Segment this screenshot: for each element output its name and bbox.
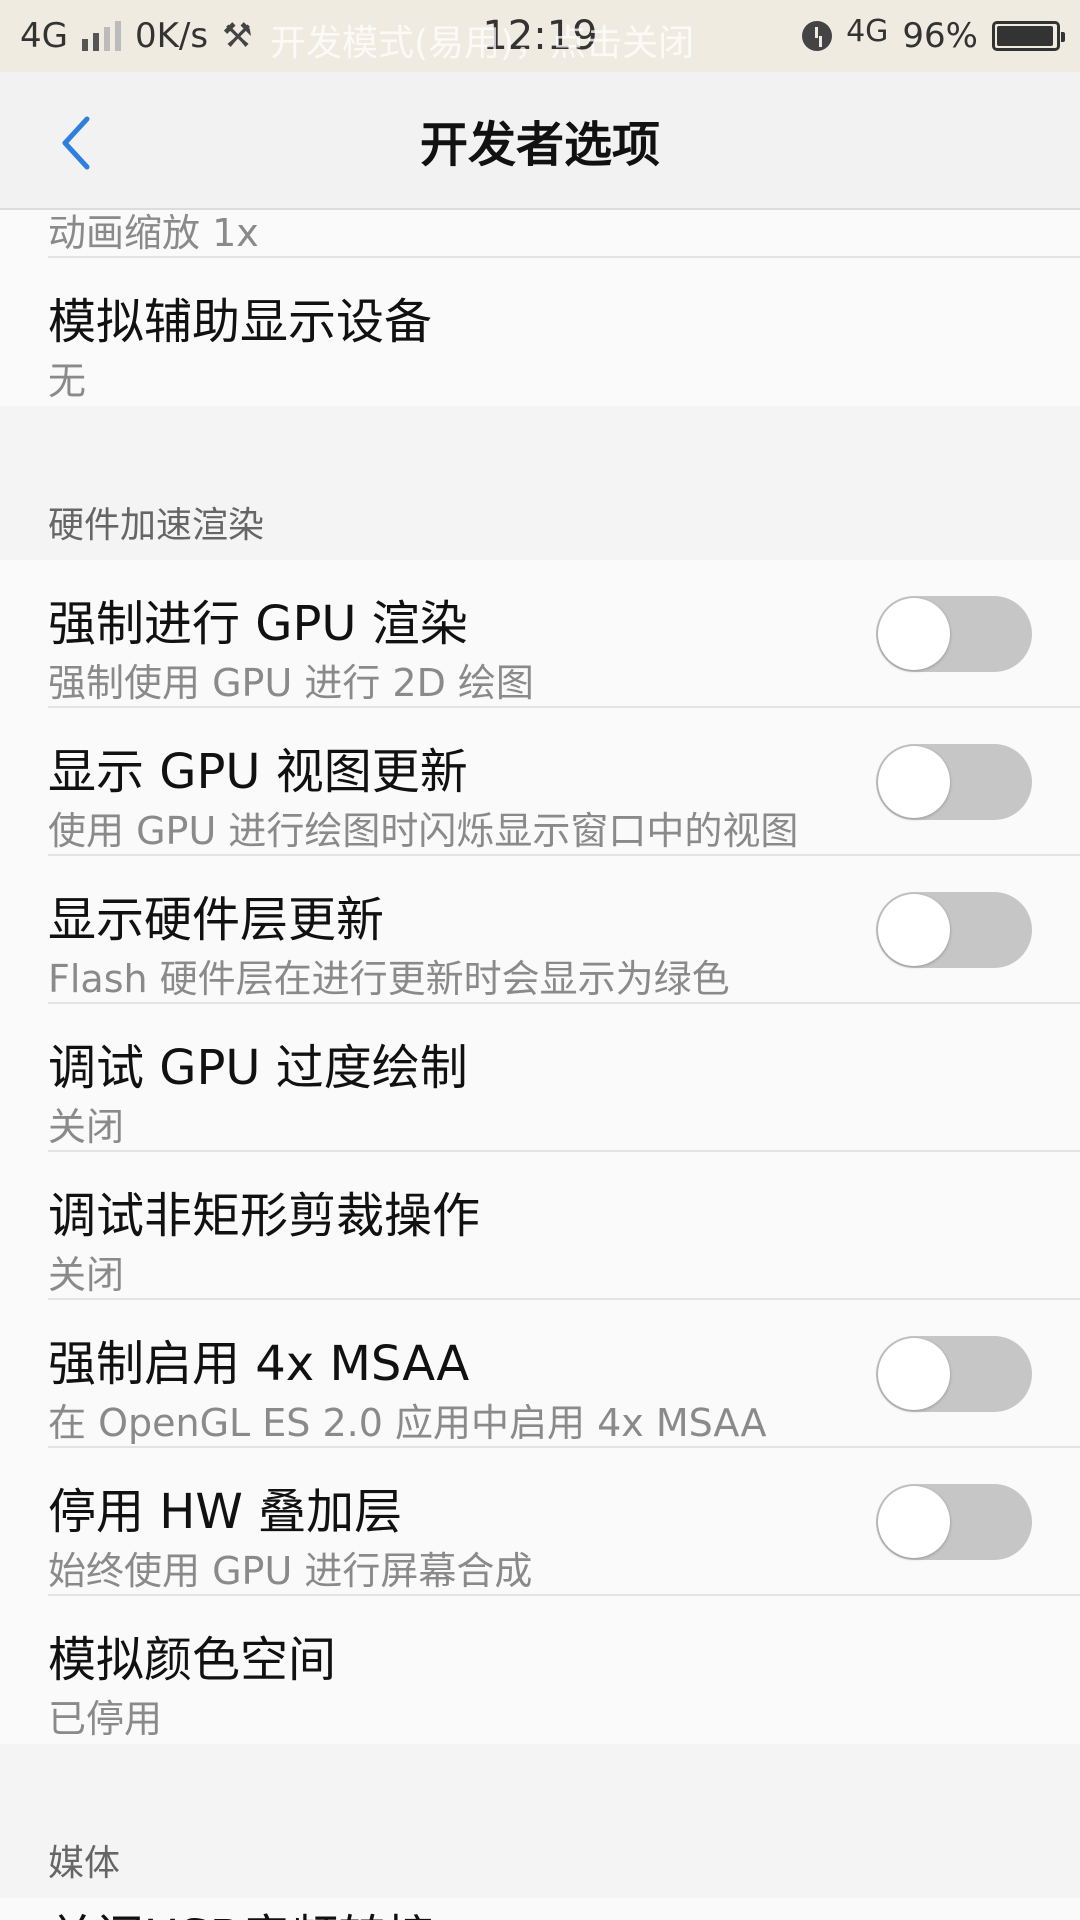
setting-subtitle: 在 OpenGL ES 2.0 应用中启用 4x MSAA xyxy=(48,1401,767,1445)
setting-title: 调试非矩形剪裁操作 xyxy=(48,1188,481,1244)
setting-title: 关闭USB音频转接 xyxy=(48,1898,435,1920)
toggle-knob xyxy=(878,598,950,670)
setting-title: 强制启用 4x MSAA xyxy=(48,1336,470,1392)
setting-subtitle: 关闭 xyxy=(48,1253,125,1297)
toggle-knob xyxy=(878,894,950,966)
setting-disable-usb-audio-routing[interactable]: 关闭USB音频转接 xyxy=(0,1898,1080,1920)
setting-subtitle: 关闭 xyxy=(48,1105,125,1149)
setting-simulate-secondary-display[interactable]: 模拟辅助显示设备 无 xyxy=(0,258,1080,406)
battery-percent: 96% xyxy=(902,16,978,56)
setting-title: 显示硬件层更新 xyxy=(48,892,385,948)
toggle-knob xyxy=(878,1338,950,1410)
list-item-subtitle: 动画缩放 1x xyxy=(48,211,259,255)
setting-title: 模拟颜色空间 xyxy=(48,1632,337,1688)
page-title: 开发者选项 xyxy=(419,117,660,173)
setting-debug-non-rect-clip[interactable]: 调试非矩形剪裁操作 关闭 xyxy=(0,1152,1080,1300)
developer-mode-notice[interactable]: 开发模式(易用)，点击关闭 xyxy=(270,14,694,66)
setting-simulate-color-space[interactable]: 模拟颜色空间 已停用 xyxy=(0,1596,1080,1744)
network-type-left: 4G xyxy=(20,16,68,56)
toggle-knob xyxy=(878,1486,950,1558)
setting-subtitle: 已停用 xyxy=(48,1697,163,1741)
status-left: 4G 0K/s ⚒ xyxy=(20,16,253,56)
setting-show-hardware-layer-updates[interactable]: 显示硬件层更新 Flash 硬件层在进行更新时会显示为绿色 xyxy=(0,856,1080,1004)
settings-list[interactable]: 动画缩放 1x 模拟辅助显示设备 无 硬件加速渲染 强制进行 GPU 渲染 强制… xyxy=(0,210,1080,1920)
toggle-switch[interactable] xyxy=(876,744,1032,820)
status-right: 4G 96% xyxy=(802,14,1065,56)
toggle-switch[interactable] xyxy=(876,892,1032,968)
network-speed: 0K/s xyxy=(134,16,209,56)
toggle-knob xyxy=(878,746,950,818)
section-header-label: 媒体 xyxy=(48,1843,121,1884)
alarm-icon xyxy=(802,21,833,51)
battery-icon xyxy=(992,21,1065,51)
setting-debug-gpu-overdraw[interactable]: 调试 GPU 过度绘制 关闭 xyxy=(0,1004,1080,1152)
setting-force-gpu-rendering[interactable]: 强制进行 GPU 渲染 强制使用 GPU 进行 2D 绘图 xyxy=(0,560,1080,708)
developer-tools-icon: ⚒ xyxy=(222,16,253,56)
setting-title: 强制进行 GPU 渲染 xyxy=(48,596,468,652)
setting-title: 调试 GPU 过度绘制 xyxy=(48,1040,468,1096)
title-bar: 开发者选项 xyxy=(0,72,1080,210)
signal-icon xyxy=(81,21,121,51)
setting-subtitle: 始终使用 GPU 进行屏幕合成 xyxy=(48,1549,533,1593)
setting-subtitle: 使用 GPU 进行绘图时闪烁显示窗口中的视图 xyxy=(48,809,799,853)
list-item-partial[interactable]: 动画缩放 1x xyxy=(0,210,1080,258)
toggle-switch[interactable] xyxy=(876,1336,1032,1412)
setting-disable-hw-overlays[interactable]: 停用 HW 叠加层 始终使用 GPU 进行屏幕合成 xyxy=(0,1448,1080,1596)
setting-show-gpu-view-updates[interactable]: 显示 GPU 视图更新 使用 GPU 进行绘图时闪烁显示窗口中的视图 xyxy=(0,708,1080,856)
setting-title: 模拟辅助显示设备 xyxy=(48,294,433,350)
section-header-media: 媒体 xyxy=(0,1824,1080,1898)
network-type-right: 4G xyxy=(846,14,889,49)
setting-force-4x-msaa[interactable]: 强制启用 4x MSAA 在 OpenGL ES 2.0 应用中启用 4x MS… xyxy=(0,1300,1080,1448)
section-header-hardware-rendering: 硬件加速渲染 xyxy=(0,486,1080,560)
group-display: 模拟辅助显示设备 无 xyxy=(0,258,1080,406)
setting-subtitle: 无 xyxy=(48,359,87,403)
setting-subtitle: 强制使用 GPU 进行 2D 绘图 xyxy=(48,661,534,705)
toggle-switch[interactable] xyxy=(876,1484,1032,1560)
setting-title: 停用 HW 叠加层 xyxy=(48,1484,403,1540)
setting-subtitle: Flash 硬件层在进行更新时会显示为绿色 xyxy=(48,957,730,1001)
setting-title: 显示 GPU 视图更新 xyxy=(48,744,468,800)
group-hardware-rendering: 强制进行 GPU 渲染 强制使用 GPU 进行 2D 绘图 显示 GPU 视图更… xyxy=(0,560,1080,1744)
toggle-switch[interactable] xyxy=(876,596,1032,672)
section-header-label: 硬件加速渲染 xyxy=(48,505,265,546)
